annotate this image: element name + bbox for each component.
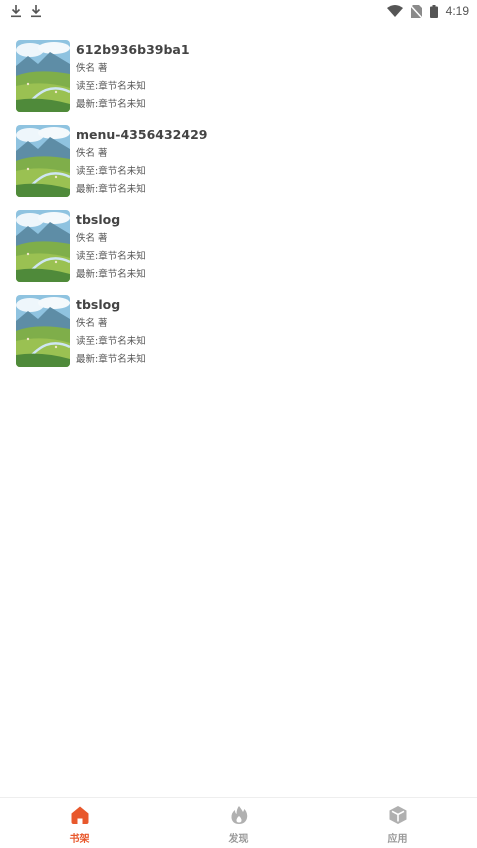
nav-label: 应用 [387, 834, 408, 845]
book-title: menu-4356432429 [76, 127, 208, 142]
status-time: 4:19 [445, 4, 469, 18]
book-read-progress: 读至:章节名未知 [76, 81, 146, 92]
battery-icon [429, 4, 438, 18]
wifi-icon [386, 5, 403, 17]
book-info: 612b936b39ba1 佚名 著 读至:章节名未知 最新:章节名未知 [76, 40, 190, 114]
book-cover [16, 40, 70, 112]
nav-label: 书架 [69, 834, 90, 845]
book-item[interactable]: menu-4356432429 佚名 著 读至:章节名未知 最新:章节名未知 [0, 125, 477, 210]
book-cover [16, 295, 70, 367]
book-author: 佚名 著 [76, 63, 108, 74]
book-item[interactable]: tbslog 佚名 著 读至:章节名未知 最新:章节名未知 [0, 210, 477, 295]
status-left [10, 4, 42, 18]
book-latest-chapter: 最新:章节名未知 [76, 99, 146, 110]
cube-icon [387, 804, 409, 826]
download-icon [10, 4, 22, 18]
bottom-nav: 书架 发现 应用 [0, 797, 477, 848]
book-author: 佚名 著 [76, 148, 108, 159]
bookshelf-screen: 4:19 612b936b39ba1 佚名 著 读至:章节名未知 最新:章节名未… [0, 0, 477, 848]
book-cover [16, 210, 70, 282]
status-bar: 4:19 [0, 0, 477, 22]
book-item[interactable]: 612b936b39ba1 佚名 著 读至:章节名未知 最新:章节名未知 [0, 40, 477, 125]
book-read-progress: 读至:章节名未知 [76, 251, 146, 262]
book-title: tbslog [76, 212, 121, 227]
book-cover [16, 125, 70, 197]
status-right: 4:19 [386, 4, 469, 18]
home-icon [69, 804, 91, 826]
nav-bookshelf[interactable]: 书架 [0, 798, 159, 848]
book-read-progress: 读至:章节名未知 [76, 166, 146, 177]
download-icon [30, 4, 42, 18]
book-item[interactable]: tbslog 佚名 著 读至:章节名未知 最新:章节名未知 [0, 295, 477, 380]
book-info: tbslog 佚名 著 读至:章节名未知 最新:章节名未知 [76, 295, 146, 369]
book-title: 612b936b39ba1 [76, 42, 190, 57]
book-latest-chapter: 最新:章节名未知 [76, 184, 146, 195]
book-list: 612b936b39ba1 佚名 著 读至:章节名未知 最新:章节名未知 men… [0, 40, 477, 380]
book-latest-chapter: 最新:章节名未知 [76, 354, 146, 365]
book-latest-chapter: 最新:章节名未知 [76, 269, 146, 280]
nav-apps[interactable]: 应用 [318, 798, 477, 848]
book-author: 佚名 著 [76, 233, 108, 244]
flame-icon [228, 804, 250, 826]
no-sim-icon [410, 4, 422, 18]
book-title: tbslog [76, 297, 121, 312]
nav-discover[interactable]: 发现 [159, 798, 318, 848]
nav-label: 发现 [228, 834, 249, 845]
book-info: menu-4356432429 佚名 著 读至:章节名未知 最新:章节名未知 [76, 125, 207, 199]
book-info: tbslog 佚名 著 读至:章节名未知 最新:章节名未知 [76, 210, 146, 284]
book-author: 佚名 著 [76, 318, 108, 329]
book-read-progress: 读至:章节名未知 [76, 336, 146, 347]
